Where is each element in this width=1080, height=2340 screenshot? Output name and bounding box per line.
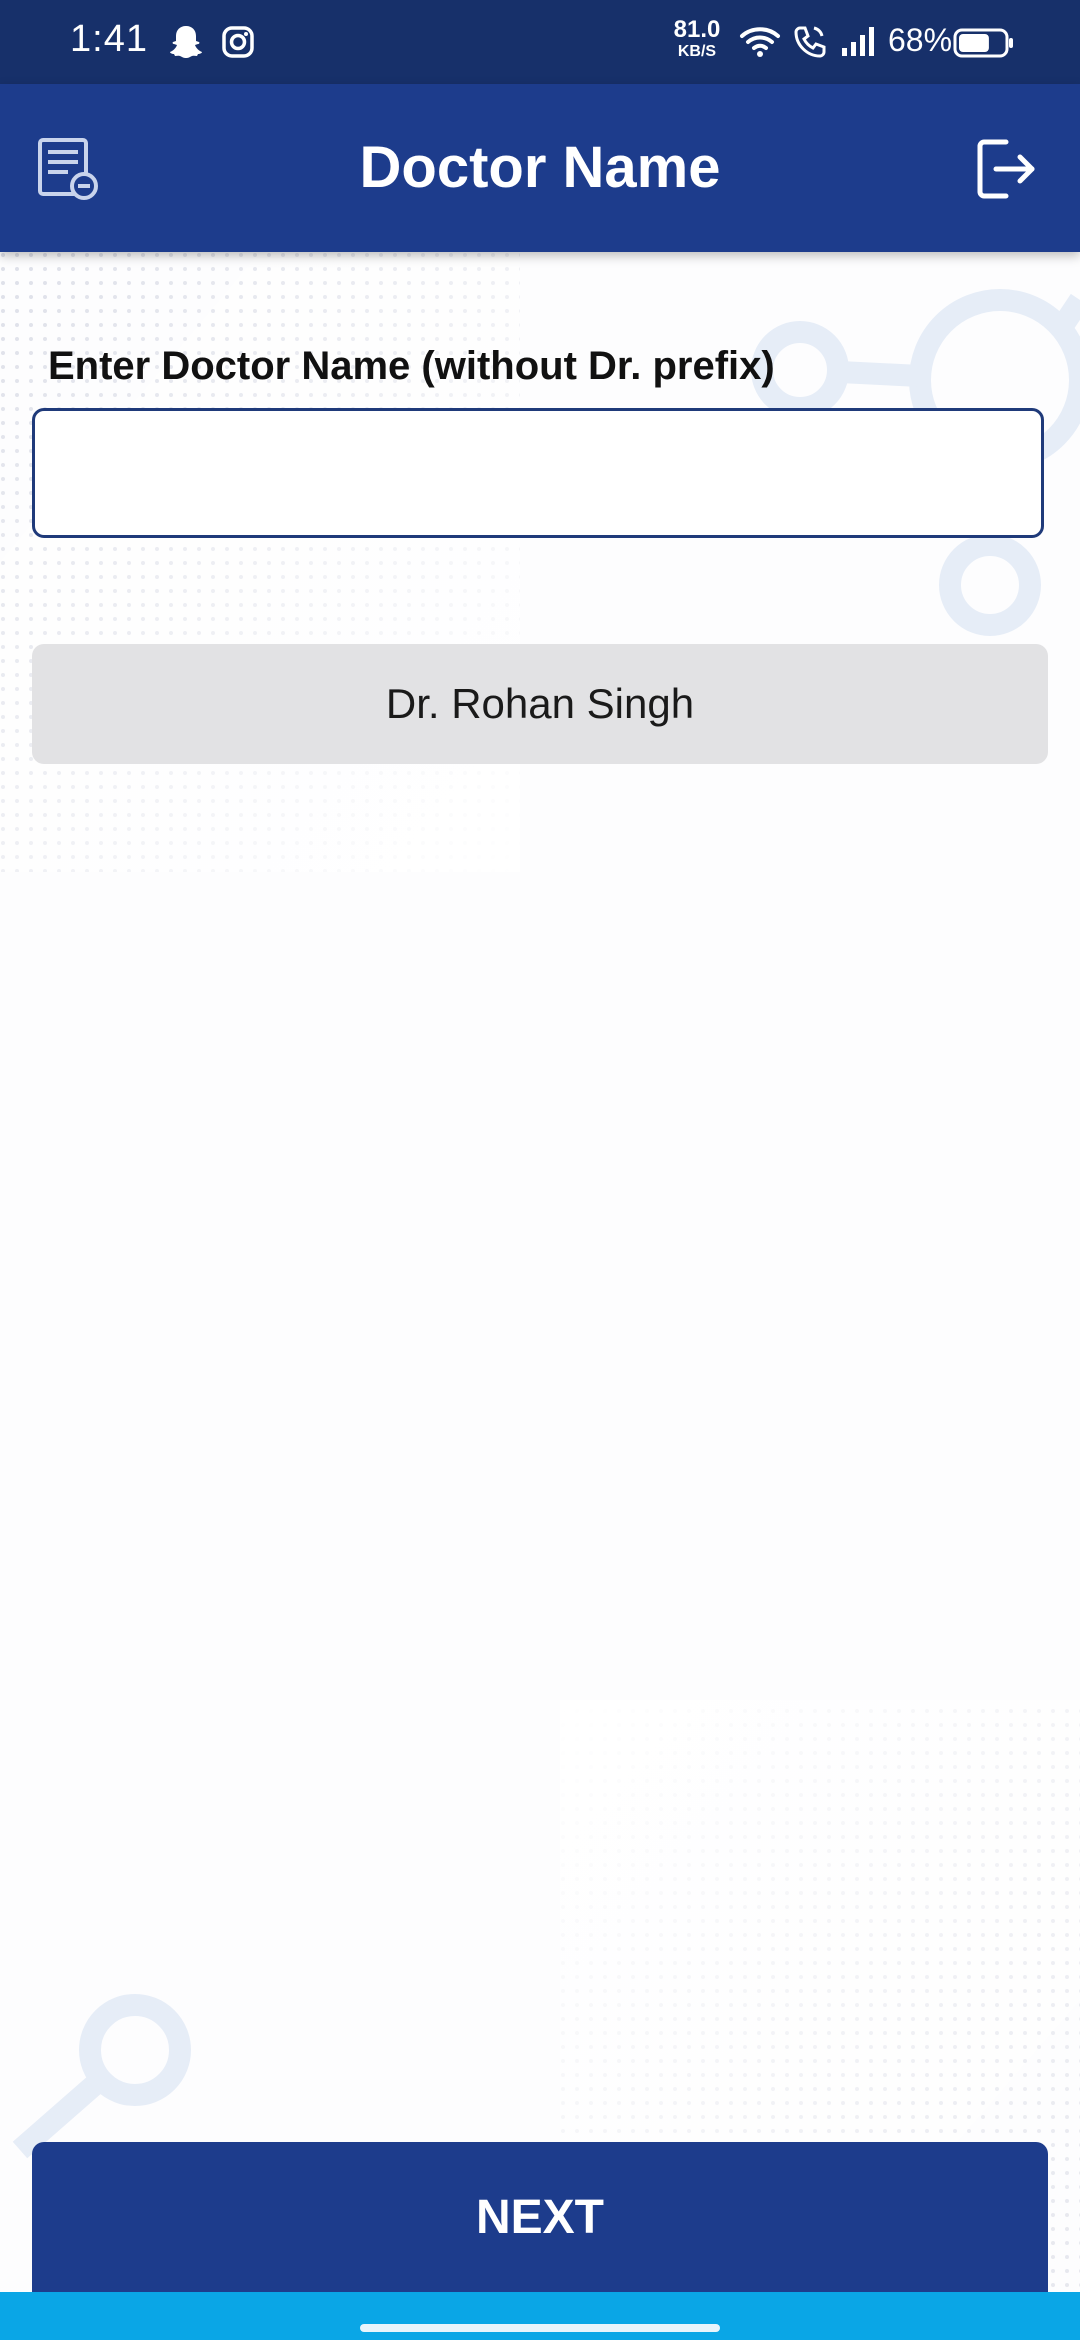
wifi-icon bbox=[740, 27, 780, 57]
network-speed: 81.0 KB/S bbox=[672, 18, 722, 60]
navigation-bar bbox=[0, 2292, 1080, 2340]
network-speed-value: 81.0 bbox=[673, 16, 721, 43]
page-title: Doctor Name bbox=[359, 135, 721, 200]
doctor-name-label: Enter Doctor Name (without Dr. prefix) bbox=[48, 344, 775, 388]
instagram-icon bbox=[222, 26, 254, 58]
snapchat-icon bbox=[170, 26, 202, 58]
doctor-name-input[interactable] bbox=[32, 408, 1044, 538]
doctor-suggestion-item[interactable]: Dr. Rohan Singh bbox=[32, 644, 1048, 764]
next-button[interactable]: NEXT bbox=[32, 2142, 1048, 2292]
status-time: 1:41 bbox=[70, 18, 148, 60]
battery-icon bbox=[953, 28, 1013, 58]
status-bar: 1:41 81.0 KB/S 68% bbox=[0, 0, 1080, 84]
app-bar: Doctor Name bbox=[0, 84, 1080, 252]
battery-percent: 68% bbox=[888, 22, 953, 58]
wifi-call-icon bbox=[794, 26, 826, 58]
logout-icon[interactable] bbox=[972, 134, 1042, 204]
home-indicator[interactable] bbox=[360, 2324, 720, 2332]
network-speed-unit: KB/S bbox=[677, 43, 717, 60]
screen: 1:41 81.0 KB/S 68% Doctor Name Enter Doc… bbox=[0, 0, 1080, 2340]
signal-icon bbox=[842, 27, 874, 56]
